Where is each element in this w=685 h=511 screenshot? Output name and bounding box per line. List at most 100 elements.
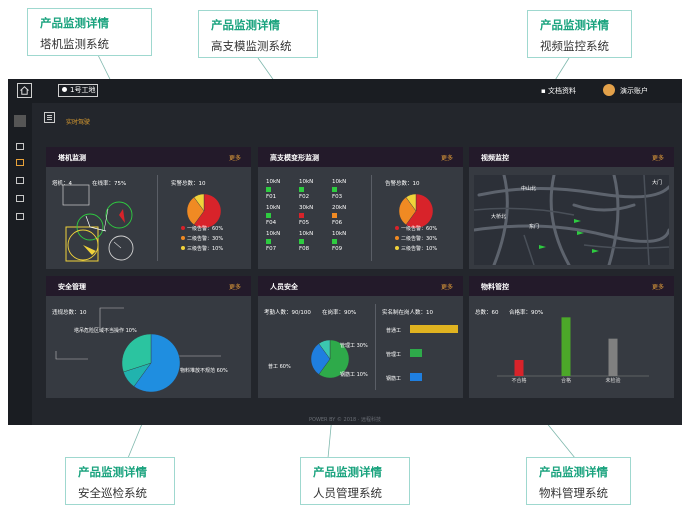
panel-title: 安全管理 (58, 283, 86, 291)
callout-formwork: 产品监测详情 高支模监测系统 (198, 10, 318, 58)
sidebar (8, 103, 32, 425)
site-label: 1号工地 (70, 86, 96, 94)
legend-item-level3: 三级告警：10% (395, 245, 437, 252)
callout-title: 产品监测详情 (313, 465, 382, 479)
callout-personnel: 产品监测详情 人员管理系统 (300, 457, 410, 505)
callout-subtitle: 安全巡检系统 (78, 486, 147, 500)
safety-violation-pie (121, 333, 181, 393)
more-link[interactable]: 更多 (441, 153, 453, 162)
sensor-status-indicator (266, 213, 271, 218)
sensor-status-indicator (299, 187, 304, 192)
more-link[interactable]: 更多 (441, 282, 453, 291)
bar (410, 373, 422, 381)
callout-subtitle: 物料管理系统 (539, 486, 608, 500)
material-bar-chart: 不合格 合格 未检验 (497, 317, 649, 384)
attendance-count: 考勤人数：90/100 (264, 310, 311, 316)
sidebar-item-monitor-icon[interactable] (16, 143, 24, 150)
callout-safety: 产品监测详情 安全巡检系统 (65, 457, 175, 505)
home-icon (20, 86, 29, 95)
bar-label: 普通工 (386, 328, 402, 334)
panel-video: 视频监控 更多 中山北 大门 东门 大桥北 (469, 147, 674, 269)
home-button[interactable] (17, 83, 32, 98)
panel-title: 塔机监测 (58, 154, 86, 162)
avatar[interactable] (603, 84, 615, 96)
callout-title: 产品监测详情 (540, 18, 609, 32)
legend-item-level3: 三级告警：10% (181, 245, 223, 252)
panel-safety: 安全管理 更多 违规总数：10 塔吊危险区域不当操作 10% 物料堆放不规范 6… (46, 276, 251, 398)
formwork-alarm-total: 告警总数：10 (385, 181, 420, 187)
dashboard-screen: 1号工地 ▪ 文档资料 演示账户 实时驾驶 塔机监测 更多 塔机：4 在线率：7… (8, 79, 682, 425)
callout-title: 产品监测详情 (539, 465, 608, 479)
more-link[interactable]: 更多 (229, 282, 241, 291)
sensor-id: F01 (266, 194, 277, 200)
panel-material: 物料管控 更多 总数：60 合格率：90% 不合格 合格 未检验 (469, 276, 674, 398)
pie-label-manager: 管理工 30% (340, 343, 368, 349)
panel-header: 塔机监测 更多 (46, 147, 251, 167)
bar (410, 349, 422, 357)
sensor-id: F05 (299, 220, 310, 226)
sensor-status-indicator (266, 187, 271, 192)
more-link[interactable]: 更多 (652, 153, 664, 162)
more-link[interactable]: 更多 (652, 282, 664, 291)
sensor-id: F03 (332, 194, 343, 200)
sidebar-item-grid-icon[interactable] (16, 213, 24, 220)
sidebar-logo (14, 115, 26, 127)
callout-title: 产品监测详情 (211, 18, 280, 32)
sensor-id: F06 (332, 220, 343, 226)
more-link[interactable]: 更多 (229, 153, 241, 162)
map-label: 东门 (529, 224, 540, 230)
sensor-value: 10kN (332, 179, 347, 185)
callout-subtitle: 人员管理系统 (313, 486, 382, 500)
docs-link[interactable]: ▪ 文档资料 (541, 86, 576, 96)
sensor-id: F09 (332, 246, 343, 252)
panel-personnel: 人员安全 更多 考勤人数：90/100 在岗率：90% 管理工 30% 普工 6… (258, 276, 463, 398)
tick-label: 不合格 (511, 377, 526, 384)
top-bar: 1号工地 ▪ 文档资料 演示账户 (8, 79, 682, 103)
bar-label: 钢筋工 (386, 376, 402, 382)
sensor-value: 10kN (299, 179, 314, 185)
menu-toggle-button[interactable] (44, 112, 55, 123)
callout-title: 产品监测详情 (40, 16, 109, 30)
sidebar-item-file-icon[interactable] (16, 195, 24, 202)
location-pin-icon (62, 87, 67, 92)
panel-title: 物料管控 (481, 283, 509, 291)
callout-material: 产品监测详情 物料管理系统 (526, 457, 631, 505)
sensor-status-indicator (299, 239, 304, 244)
sensor-value: 10kN (332, 231, 347, 237)
sensor-value: 10kN (266, 179, 281, 185)
map-label: 大桥北 (491, 214, 507, 220)
user-name[interactable]: 演示账户 (620, 86, 648, 96)
staff-total: 实名制在岗人数：10 (382, 310, 433, 316)
sensor-value: 30kN (299, 205, 314, 211)
bar (514, 360, 524, 376)
site-selector[interactable]: 1号工地 (58, 84, 98, 97)
legend-item-level2: 二级告警：30% (181, 235, 223, 242)
sensor-id: F07 (266, 246, 277, 252)
sidebar-item-video-icon[interactable] (16, 159, 24, 166)
callout-tower: 产品监测详情 塔机监测系统 (27, 8, 152, 56)
sidebar-item-chart-icon[interactable] (16, 177, 24, 184)
panel-formwork: 高支模变形监测 更多 10kN F01 10kN F02 10kN F03 10kN F04 3… (258, 147, 463, 269)
callout-subtitle: 塔机监测系统 (40, 37, 109, 51)
panel-header: 高支模变形监测 更多 (258, 147, 463, 167)
bar (561, 317, 571, 376)
sensor-value: 20kN (332, 205, 347, 211)
tick-label: 合格 (561, 377, 571, 384)
sensor-value: 10kN (266, 205, 281, 211)
sensor-id: F08 (299, 246, 310, 252)
sensor-status-indicator (266, 239, 271, 244)
on-duty-rate: 在岗率：90% (322, 310, 357, 316)
tick-label: 未检验 (605, 377, 620, 384)
sensor-status-indicator (332, 213, 337, 218)
panel-header: 物料管控 更多 (469, 276, 674, 296)
site-map[interactable] (474, 175, 669, 265)
panel-title: 高支模变形监测 (270, 154, 319, 162)
lock-icon: ▪ (541, 87, 546, 95)
tower-alarm-total: 实警总数：10 (171, 181, 206, 187)
sensor-value: 10kN (266, 231, 281, 237)
map-label: 大门 (652, 180, 663, 186)
panel-tower-crane: 塔机监测 更多 塔机：4 在线率：75% 实警总数：10 一级告警：60% 二级… (46, 147, 251, 269)
pie-label-rebar: 钢筋工 10% (340, 372, 368, 378)
pie-label-general: 普工 60% (268, 364, 291, 370)
breadcrumb: 实时驾驶 (66, 119, 91, 126)
